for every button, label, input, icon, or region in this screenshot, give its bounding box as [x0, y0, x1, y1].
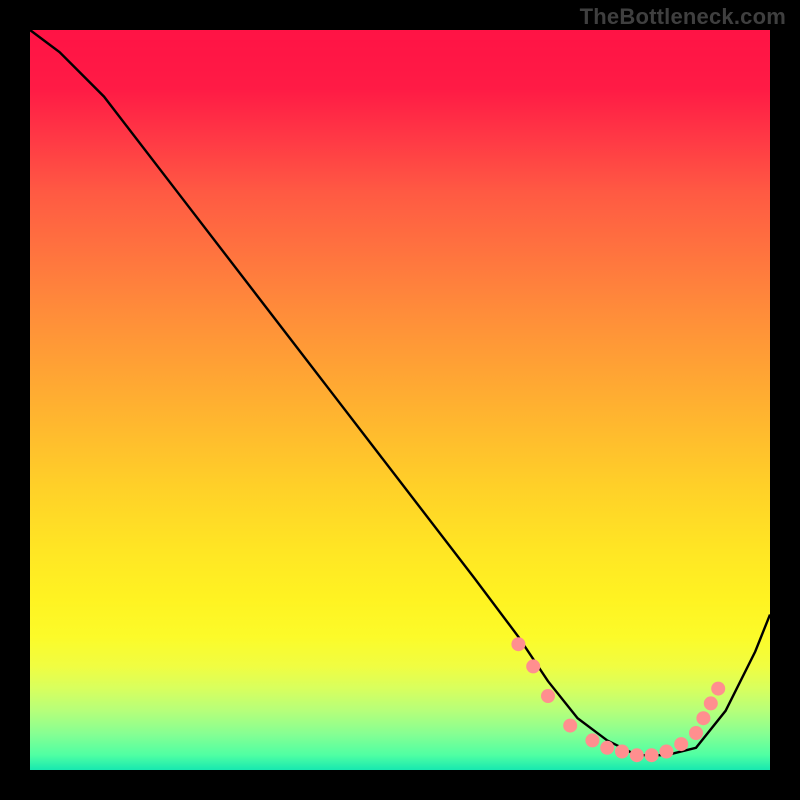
marker-dot: [630, 748, 644, 762]
marker-dot: [689, 726, 703, 740]
marker-dot: [585, 733, 599, 747]
curve-svg: [30, 30, 770, 770]
marker-dot: [674, 737, 688, 751]
marker-dot: [526, 659, 540, 673]
marker-dot: [659, 745, 673, 759]
marker-dot: [704, 696, 718, 710]
marker-dot: [541, 689, 555, 703]
marker-dot: [645, 748, 659, 762]
marker-dot: [615, 745, 629, 759]
marker-dot: [563, 719, 577, 733]
bottleneck-curve-path: [30, 30, 770, 755]
chart-frame: TheBottleneck.com: [0, 0, 800, 800]
plot-area: [30, 30, 770, 770]
marker-group: [511, 637, 725, 762]
marker-dot: [600, 741, 614, 755]
marker-dot: [711, 682, 725, 696]
marker-dot: [511, 637, 525, 651]
watermark-text: TheBottleneck.com: [580, 4, 786, 30]
marker-dot: [696, 711, 710, 725]
